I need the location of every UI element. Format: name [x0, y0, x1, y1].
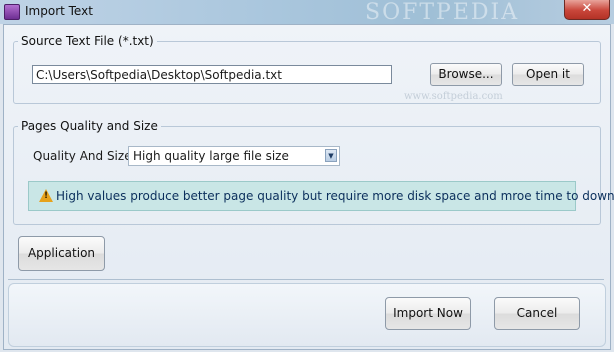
quality-legend: Pages Quality and Size: [21, 119, 158, 133]
watermark-top: SOFTPEDIA: [365, 0, 520, 25]
source-file-legend: Source Text File (*.txt): [21, 34, 154, 48]
watermark-url: www.softpedia.com: [404, 91, 503, 102]
import-now-button-label: Import Now: [393, 306, 463, 320]
quality-select-value: High quality large file size: [133, 149, 289, 163]
app-icon: [4, 4, 20, 20]
quality-label: Quality And Size:: [33, 149, 136, 163]
import-now-button[interactable]: Import Now: [385, 297, 471, 330]
file-path-input[interactable]: C:\Users\Softpedia\Desktop\Softpedia.txt: [32, 65, 392, 84]
application-button-label: Application: [27, 246, 96, 260]
quality-select[interactable]: High quality large file size ▼: [128, 146, 340, 166]
cancel-button-label: Cancel: [516, 306, 558, 320]
dialog-body: Source Text File (*.txt) C:\Users\Softpe…: [3, 24, 614, 350]
application-button[interactable]: Application: [18, 236, 105, 271]
divider: [8, 279, 604, 280]
cancel-button[interactable]: Cancel: [494, 297, 580, 330]
browse-button-label: Browse...: [438, 67, 494, 81]
title-bar: Import Text SOFTPEDIA ✕: [0, 0, 614, 25]
window-title: Import Text: [25, 4, 93, 18]
info-notice: ! High values produce better page qualit…: [28, 181, 614, 211]
warning-icon: !: [39, 189, 53, 202]
close-button[interactable]: ✕: [564, 0, 610, 20]
open-it-button-label: Open it: [526, 67, 570, 81]
chevron-down-icon[interactable]: ▼: [325, 149, 337, 162]
info-notice-text: High values produce better page quality …: [56, 189, 614, 203]
browse-button[interactable]: Browse...: [430, 63, 502, 86]
open-it-button[interactable]: Open it: [512, 63, 584, 86]
